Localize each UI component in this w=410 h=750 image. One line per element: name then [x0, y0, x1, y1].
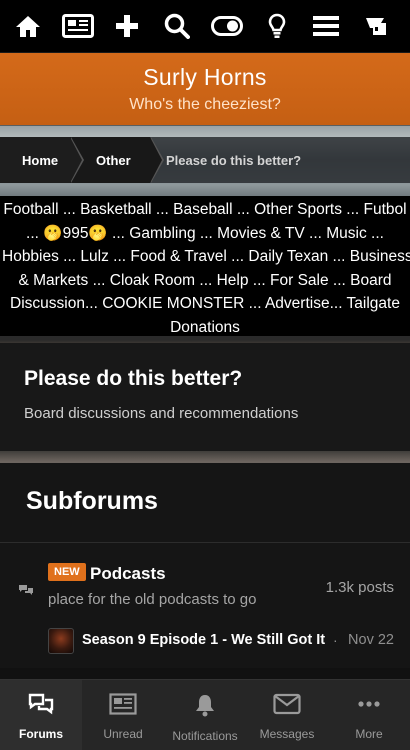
lightbulb-icon[interactable]	[255, 4, 299, 48]
nav-notifications[interactable]: Notifications	[164, 680, 246, 750]
breadcrumb-home[interactable]: Home	[0, 137, 84, 183]
top-toolbar	[0, 0, 410, 52]
flag-icon[interactable]	[354, 4, 398, 48]
newspaper-icon	[109, 693, 137, 720]
last-thread-date: Nov 22	[348, 632, 394, 648]
category-links-row[interactable]: ... 🫢995🫢 ... Gambling ... Movies & TV .…	[2, 222, 408, 246]
new-badge: NEW	[48, 563, 86, 581]
nav-unread-label: Unread	[103, 727, 143, 741]
nav-more-label: More	[355, 727, 383, 741]
last-thread-separator: ·	[333, 632, 338, 648]
breadcrumb-current-label: Please do this better?	[166, 152, 302, 168]
nav-forums-label: Forums	[18, 727, 63, 741]
subforum-name[interactable]: Podcasts	[90, 564, 166, 584]
chat-bubbles-icon	[28, 693, 54, 720]
site-header: Surly Horns Who's the cheeziest?	[0, 53, 410, 125]
breadcrumb: Home Other Please do this better?	[0, 137, 410, 183]
subforum-row[interactable]: NEW Podcasts place for the old podcasts …	[0, 543, 410, 667]
nav-messages-label: Messages	[259, 727, 315, 741]
plus-icon[interactable]	[105, 4, 149, 48]
category-links-row[interactable]: & Markets ... Cloak Room ... Help ... Fo…	[2, 269, 408, 293]
breadcrumb-other-label: Other	[96, 152, 131, 168]
search-icon[interactable]	[155, 4, 199, 48]
nav-more[interactable]: More	[328, 680, 410, 750]
last-thread-link[interactable]: Season 9 Episode 1 - We Still Got It	[82, 632, 325, 648]
forum-header: Please do this better? Board discussions…	[0, 343, 410, 451]
news-icon[interactable]	[56, 4, 100, 48]
subforums-heading: Subforums	[0, 463, 410, 543]
bottom-navigation: Forums Unread Notifications Messages Mor…	[0, 679, 410, 750]
nav-unread[interactable]: Unread	[82, 680, 164, 750]
subforums-panel: Subforums NEW Podcasts place for the old…	[0, 463, 410, 668]
breadcrumb-home-label: Home	[22, 152, 59, 168]
category-links-row[interactable]: Football ... Basketball ... Baseball ...…	[2, 198, 408, 222]
nav-forums[interactable]: Forums	[0, 680, 82, 750]
category-links-row[interactable]: Discussion... COOKIE MONSTER ... Adverti…	[2, 292, 408, 316]
site-title[interactable]: Surly Horns	[0, 53, 410, 91]
nav-notifications-label: Notifications	[172, 729, 238, 743]
chat-bubbles-icon	[18, 583, 34, 602]
avatar[interactable]	[48, 628, 74, 654]
category-links-row[interactable]: Hobbies ... Lulz ... Food & Travel ... D…	[2, 245, 410, 269]
envelope-icon	[273, 693, 301, 720]
site-tagline: Who's the cheeziest?	[129, 96, 281, 113]
toggle-icon[interactable]	[205, 4, 249, 48]
subforum-post-count: 1.3k posts	[325, 579, 394, 596]
breadcrumb-current: Please do this better?	[150, 137, 410, 183]
nav-messages[interactable]: Messages	[246, 680, 328, 750]
more-dots-icon	[357, 693, 381, 720]
bell-icon	[194, 693, 216, 722]
home-icon[interactable]	[6, 4, 50, 48]
category-links-row[interactable]: Donations	[2, 316, 408, 340]
forum-description: Board discussions and recommendations	[24, 405, 299, 422]
category-links: Football ... Basketball ... Baseball ...…	[0, 196, 410, 336]
menu-icon[interactable]	[304, 4, 348, 48]
subforum-description: place for the old podcasts to go	[48, 591, 257, 608]
page-title: Please do this better?	[24, 367, 243, 390]
